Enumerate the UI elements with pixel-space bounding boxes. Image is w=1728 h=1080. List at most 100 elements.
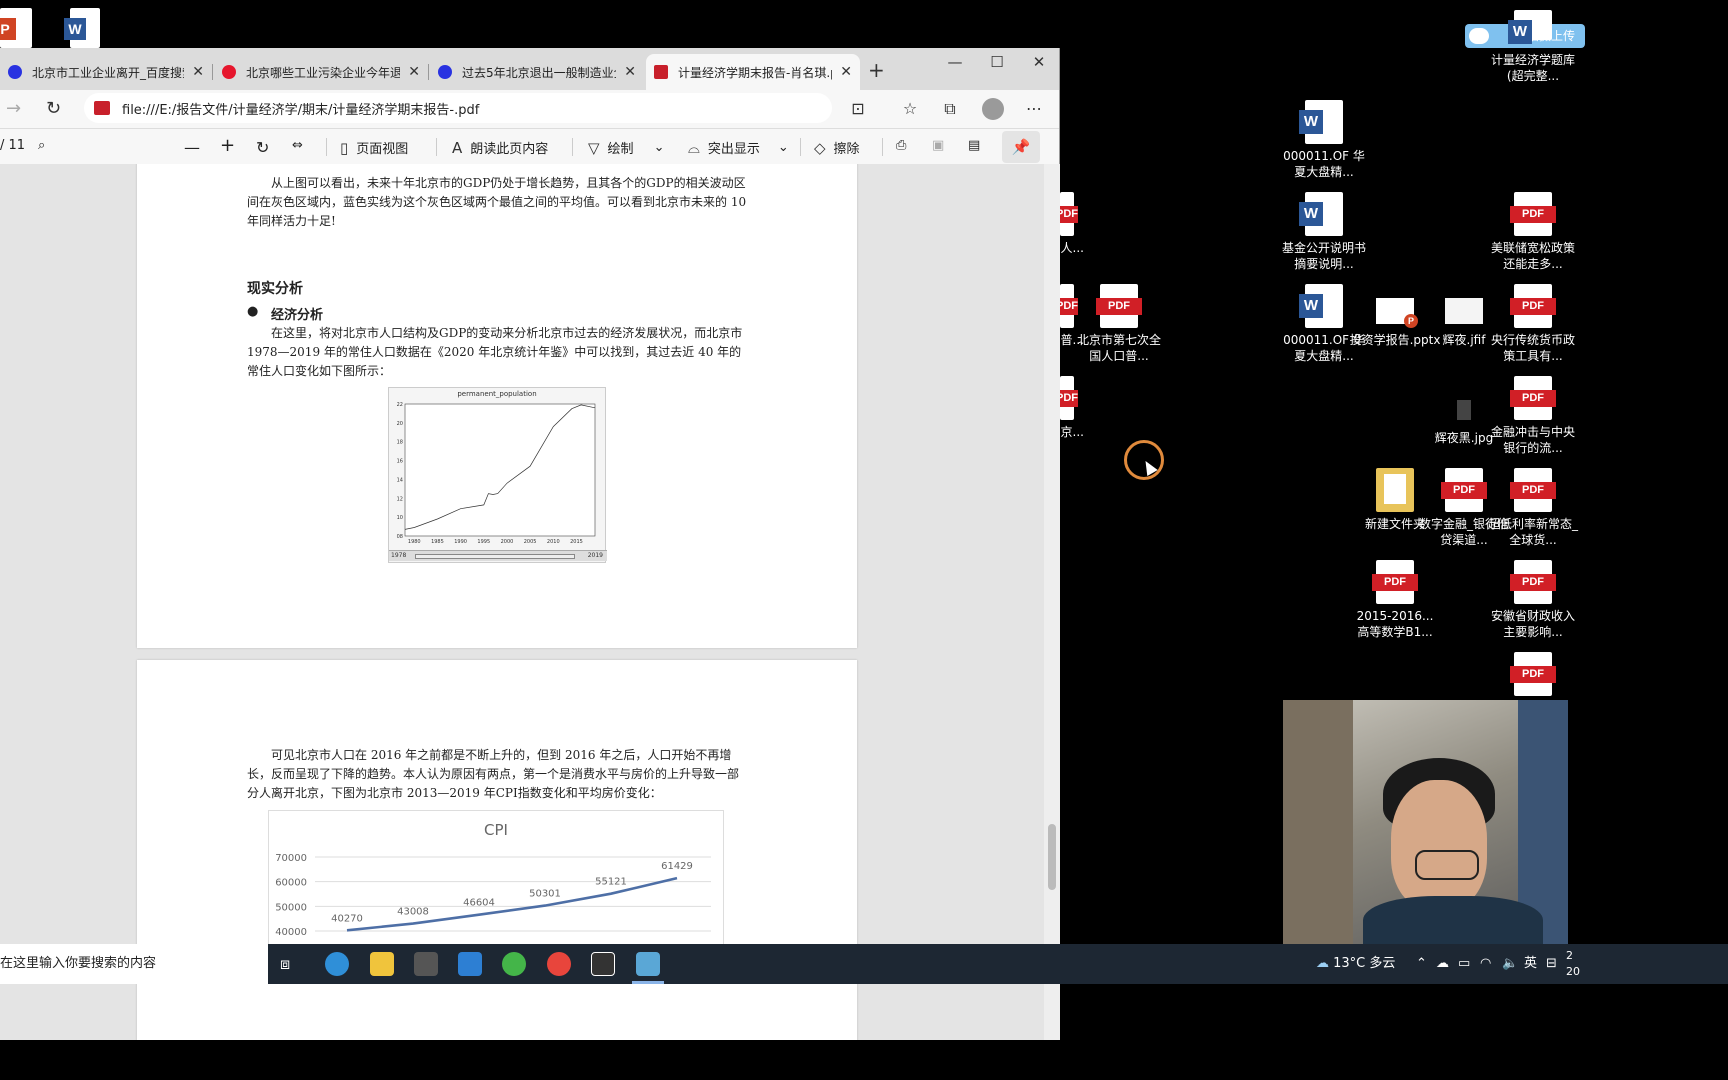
paragraph: 从上图可以看出，未来十年北京市的GDP仍处于增长趋势，且其各个的GDP的相关波动… [247,176,747,228]
eviews-icon[interactable] [636,952,660,976]
desktop-icon[interactable] [1487,652,1579,700]
scrollbar-thumb[interactable] [1048,824,1056,890]
pdf-file-icon [1056,192,1078,236]
onedrive-icon[interactable]: ☁ [1436,944,1449,984]
taskbar-search-input[interactable]: 在这里输入你要搜索的内容 [0,944,268,984]
y-tick-label: 18 [397,440,403,446]
close-tab-icon[interactable]: ✕ [840,64,852,80]
camera-icon[interactable] [591,952,615,976]
desktop-icon[interactable]: 基金公开说明书摘要说明... [1278,192,1370,272]
wifi-icon[interactable]: ◠ [1480,944,1491,984]
page-view-button[interactable]: ▯ 页面视图 [340,138,408,158]
eraser-icon: ◇ [814,138,826,157]
collections-icon[interactable]: ⧉ [940,99,960,119]
y-tick-label: 16 [397,459,403,465]
desktop-icon[interactable]: 超低利率新常态_全球货... [1487,468,1579,548]
file-explorer-icon[interactable] [370,952,394,976]
range-slider[interactable]: 1978 2019 [389,550,607,561]
highlight-button[interactable]: ⌓ 突出显示 ⌄ [688,138,789,158]
plot-frame [404,403,596,537]
vertical-scrollbar[interactable] [1044,164,1060,1040]
slider-track[interactable] [415,554,575,559]
data-label: 61429 [661,861,693,872]
y-tick-label: 22 [397,402,403,408]
cloud-icon: ☁ [1316,956,1329,971]
mail-icon[interactable] [458,952,482,976]
weather-widget[interactable]: ☁ 13°C 多云 [1316,944,1395,984]
word-shortcut-icon[interactable]: W [64,8,100,48]
close-tab-icon[interactable]: ✕ [192,64,204,80]
rotate-icon[interactable]: ↻ [256,138,269,157]
pdf-file-icon [1056,376,1078,420]
y-tick-label: 12 [397,496,403,502]
edge-icon[interactable] [325,952,349,976]
powerpoint-shortcut-icon[interactable]: P [0,8,32,48]
forward-icon[interactable]: → [6,98,21,119]
bullet-dot: ● [247,304,259,319]
desktop-icon[interactable]: 000011.OF 华夏大盘精... [1278,100,1370,180]
desktop-icon[interactable]: 金融冲击与中央银行的流... [1487,376,1579,456]
print-icon[interactable]: ⎙ [896,138,906,153]
favorites-icon[interactable]: ☆ [900,99,920,119]
clock[interactable]: 2 20 [1566,948,1580,980]
pin-toolbar-icon[interactable]: 📌 [1002,131,1040,163]
volume-icon[interactable]: 🔈 [1502,944,1518,984]
paragraph: 可见北京市人口在 2016 年之前都是不断上升的，但到 2016 年之后，人口开… [247,748,740,800]
chevron-down-icon[interactable]: ⌄ [654,140,665,155]
x-tick-label: 1980 [408,539,421,545]
desktop-icon[interactable]: 2015-2016... 高等数学B1... [1349,560,1441,640]
chevron-down-icon[interactable]: ⌄ [778,140,789,155]
close-tab-icon[interactable]: ✕ [624,64,636,80]
more-menu-icon[interactable]: ⋯ [1024,99,1044,119]
address-bar-row: → ↻ file:///E:/报告文件/计量经济学/期末/计量经济学期末报告-.… [0,90,1059,128]
refresh-icon[interactable]: ↻ [46,98,61,119]
desktop-icon[interactable]: 央行传统货币政策工具有... [1487,284,1579,364]
y-tick-label: 70000 [275,853,307,864]
new-tab-button[interactable]: + [868,58,885,82]
x-tick-label: 2005 [524,539,537,545]
tab-baidu-search[interactable]: 北京市工业企业离开_百度搜索 ✕ [0,54,212,90]
word-file-icon [1508,10,1552,44]
input-mode-icon[interactable]: ⊟ [1546,944,1557,984]
pdf-icon [654,65,668,79]
chrome-icon[interactable] [547,952,571,976]
tab-pdf-report[interactable]: 计量经济学期末报告-肖名琪.pdf ✕ [646,54,860,90]
zoom-in-icon[interactable]: + [220,135,235,156]
read-aloud-button[interactable]: A 朗读此页内容 [452,138,548,158]
battery-icon[interactable]: ▭ [1458,944,1470,984]
screenshot-icon[interactable]: ⊡ [848,99,868,119]
desktop-icon[interactable]: 北京市第七次全国人口普... [1073,284,1165,364]
maximize-button[interactable]: ☐ [976,48,1018,80]
draw-button[interactable]: ▽ 绘制 ⌄ [588,138,665,158]
close-window-button[interactable]: ✕ [1018,48,1060,80]
cpi-line [346,876,678,932]
desktop-icon[interactable]: 安徽省财政收入主要影响... [1487,560,1579,640]
baidu-paw-icon [438,65,452,79]
desktop-icon[interactable]: 美联储宽松政策还能走多... [1487,192,1579,272]
minimize-button[interactable]: — [934,48,976,80]
store-icon[interactable] [414,952,438,976]
erase-button[interactable]: ◇ 擦除 [814,138,860,158]
close-tab-icon[interactable]: ✕ [408,64,420,80]
input-language[interactable]: 英 [1524,944,1537,984]
tab-baidu-article[interactable]: 过去5年北京退出一般制造业企业... ✕ [430,54,644,90]
pdf-file-icon [1510,376,1556,420]
show-hidden-icons[interactable]: ⌃ [1416,944,1427,984]
desktop-icon[interactable]: 计量经济学题库(超完整... [1487,10,1579,84]
y-tick-label: 08 [397,534,403,540]
y-tick-label: 20 [397,421,403,427]
zoom-out-icon[interactable]: — [184,138,200,157]
wechat-icon[interactable] [502,952,526,976]
tab-weibo-article[interactable]: 北京哪些工业污染企业今年退出... ✕ [214,54,428,90]
save-icon[interactable]: ▣ [932,138,944,153]
search-icon[interactable]: ⌕ [38,138,45,153]
data-label: 50301 [529,889,561,900]
fit-width-icon[interactable]: ⇔ [292,138,303,153]
pdf-viewer[interactable]: 从上图可以看出，未来十年北京市的GDP仍处于增长趋势，且其各个的GDP的相关波动… [0,164,1044,1040]
profile-avatar[interactable] [982,98,1004,120]
data-label: 46604 [463,898,495,909]
save-as-icon[interactable]: ▤ [968,138,980,153]
task-view-icon[interactable]: ⧈ [280,954,290,974]
folder-icon [1376,468,1414,512]
address-bar[interactable]: file:///E:/报告文件/计量经济学/期末/计量经济学期末报告-.pdf [84,93,832,123]
